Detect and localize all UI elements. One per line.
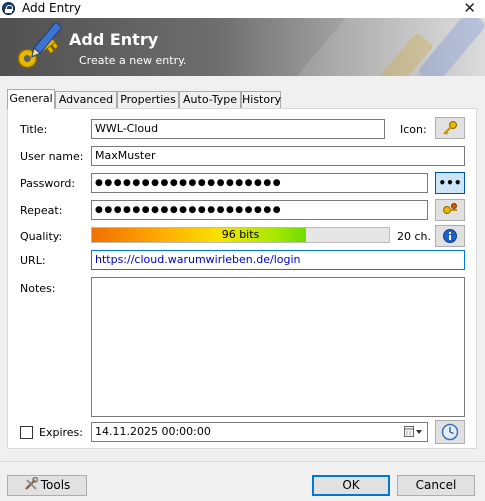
dots-icon: ••• [438,176,462,190]
quality-label: Quality: [20,230,63,243]
key-gear-icon [443,203,457,214]
key-icon [443,121,457,135]
icon-picker-button[interactable] [435,117,465,139]
url-input[interactable]: https://cloud.warumwirleben.de/login [91,250,465,270]
url-label: URL: [20,254,46,267]
key-pen-icon [17,22,62,69]
info-icon [443,229,457,243]
repeat-label: Repeat: [20,204,63,217]
tools-button[interactable]: Tools [7,475,87,496]
icon-label: Icon: [400,123,427,136]
expiry-presets-button[interactable] [435,420,465,444]
footer-separator [0,461,485,462]
header-banner: Add Entry Create a new entry. [0,18,485,76]
cancel-button[interactable]: Cancel [397,475,475,496]
keepass-lock-icon [2,2,15,15]
quality-info-button[interactable] [435,225,465,247]
tools-button-label: Tools [40,478,71,492]
clock-icon [441,423,459,441]
quality-bits-text: 96 bits [221,228,260,241]
username-label: User name: [20,150,84,163]
notes-textarea[interactable] [91,277,465,417]
tools-icon [24,476,38,490]
banner-subtitle: Create a new entry. [79,54,187,67]
expiry-date-picker[interactable]: 14.11.2025 00:00:00 [91,422,428,442]
ok-button[interactable]: OK [312,475,390,496]
close-icon[interactable]: ✕ [463,0,476,17]
username-input[interactable]: MaxMuster [91,146,465,166]
char-count: 20 ch. [397,230,432,243]
expires-label: Expires: [39,426,83,439]
password-generator-button[interactable] [435,199,465,221]
window-title: Add Entry [22,1,81,15]
show-password-toggle[interactable]: ••• [435,172,465,194]
tab-auto-type[interactable]: Auto-Type [179,91,241,108]
expiry-date-value: 14.11.2025 00:00:00 [95,425,211,438]
banner-title: Add Entry [69,30,159,49]
password-quality-bar: 96 bits [91,227,390,243]
repeat-password-input[interactable]: ●●●●●●●●●●●●●●●●●●●● [91,200,428,220]
password-label: Password: [20,177,76,190]
tab-general[interactable]: General [7,89,55,109]
notes-label: Notes: [20,282,56,295]
expires-checkbox[interactable] [20,426,33,439]
title-input[interactable]: WWL-Cloud [91,119,385,139]
tab-history[interactable]: History [241,91,281,108]
title-label: Title: [20,123,48,136]
tab-properties[interactable]: Properties [117,91,179,108]
calendar-dropdown-icon[interactable] [404,426,423,438]
title-bar: Add Entry ✕ [0,0,485,18]
tab-advanced[interactable]: Advanced [55,91,117,108]
password-input[interactable]: ●●●●●●●●●●●●●●●●●●●● [91,173,428,193]
